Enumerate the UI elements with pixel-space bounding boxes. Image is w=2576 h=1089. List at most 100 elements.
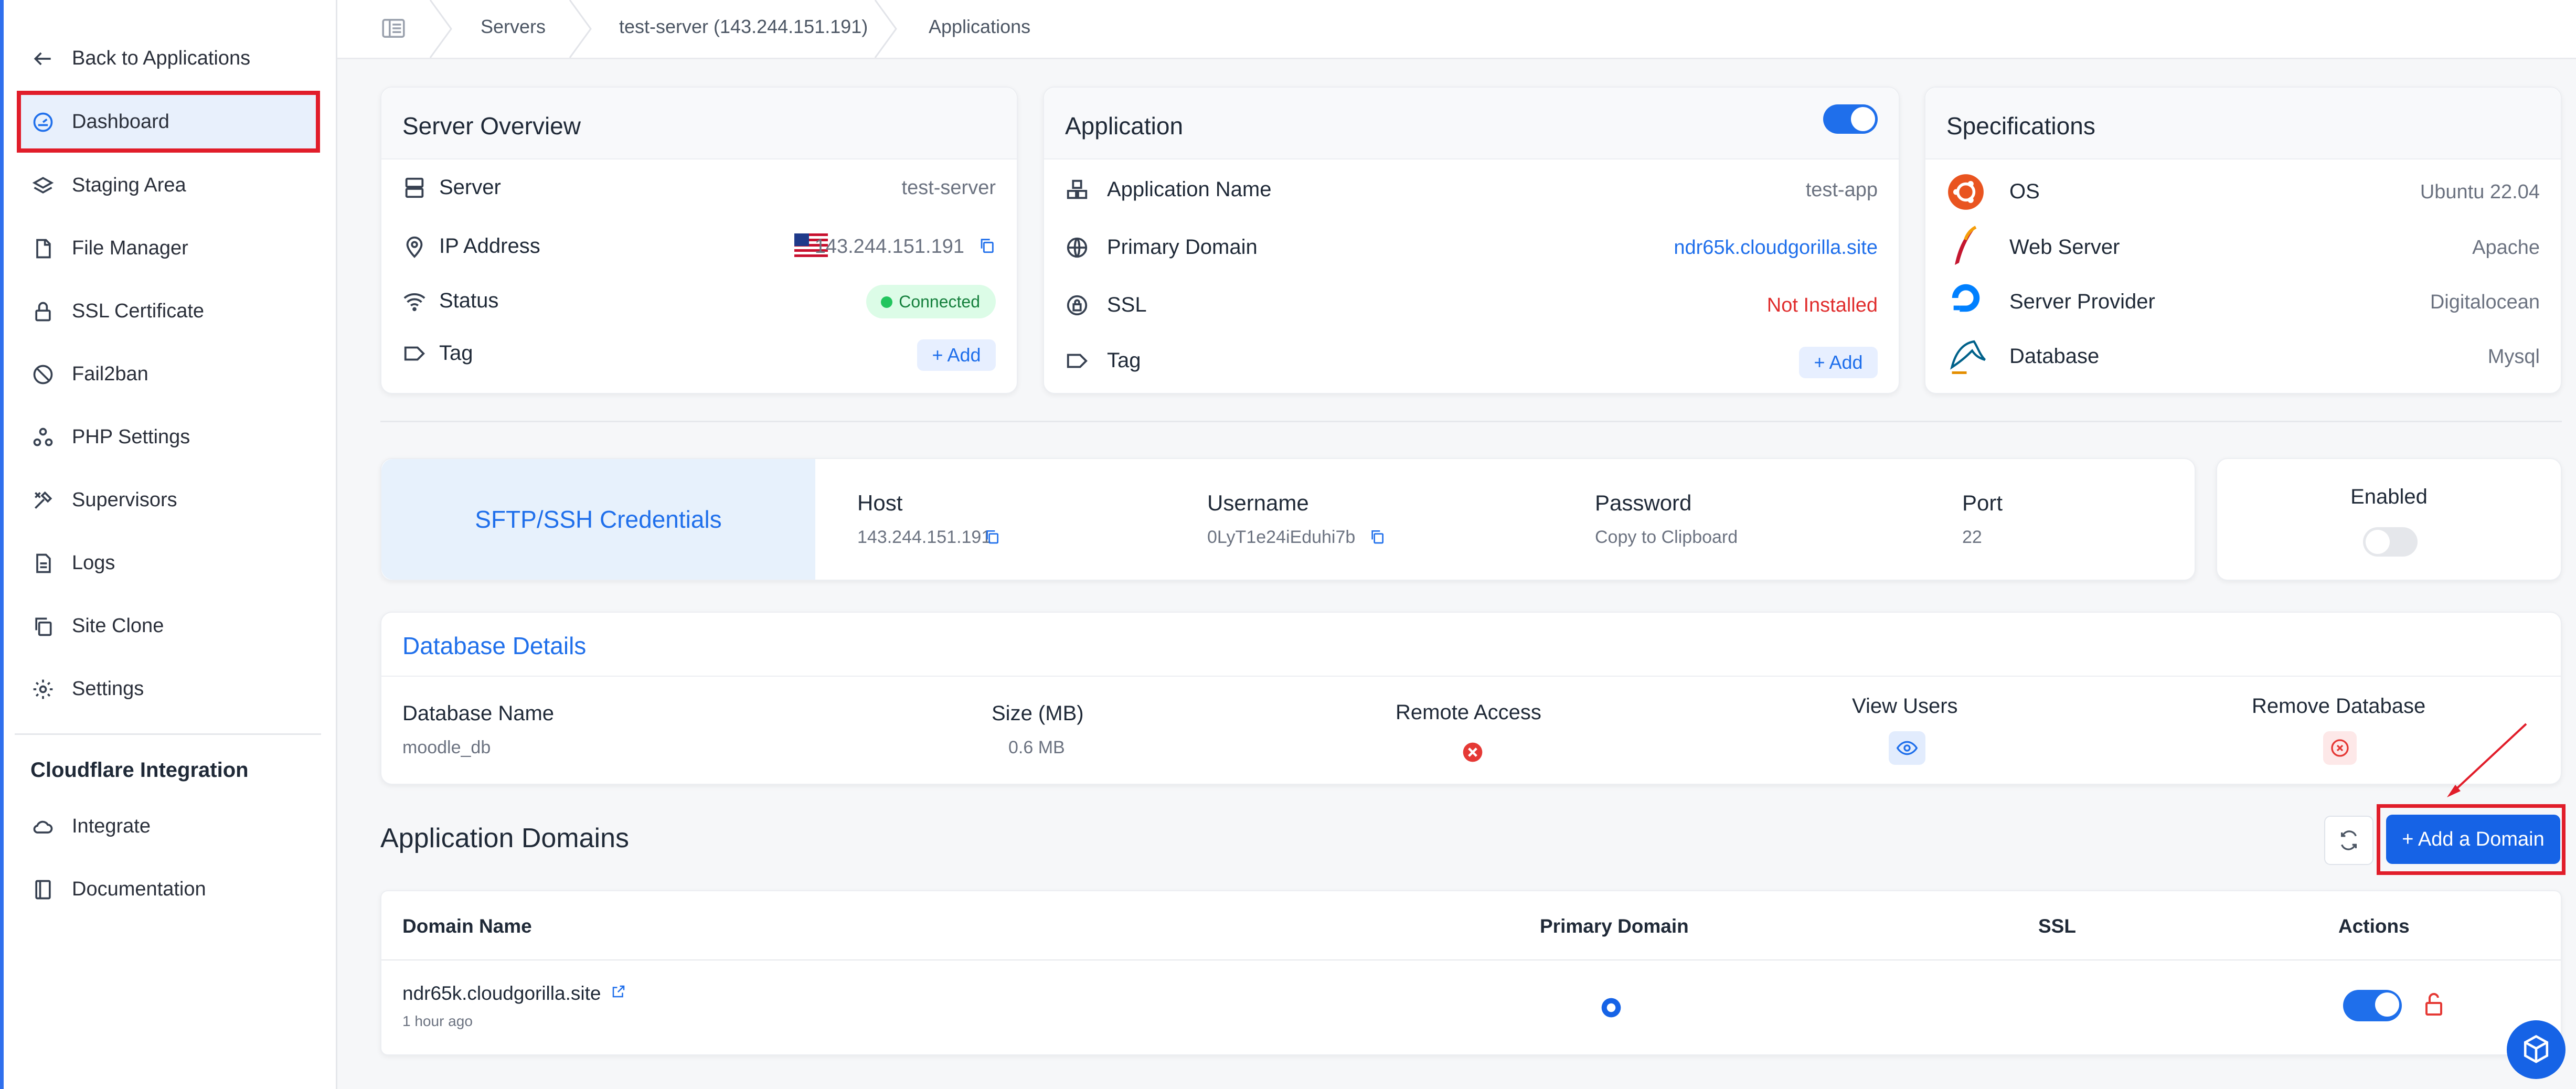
book-icon	[35, 880, 51, 900]
sidebar-item-logs[interactable]: Logs	[17, 532, 320, 594]
cube-icon	[2524, 1034, 2549, 1063]
annotation-arrow	[2447, 723, 2527, 797]
location-pin-icon	[406, 236, 423, 258]
sidebar-item-label: Dashboard	[72, 110, 169, 133]
port-value: 22	[1962, 527, 1982, 547]
username-value[interactable]: 0LyT1e24iEduhi7b	[1207, 527, 1355, 548]
domain-link[interactable]: ndr65k.cloudgorilla.site	[402, 983, 601, 1005]
sidebar-item-documentation[interactable]: Documentation	[17, 858, 320, 920]
sidebar-toggle-icon[interactable]	[382, 19, 405, 38]
host-value[interactable]: 143.244.151.191	[857, 527, 991, 548]
sidebar-item-staging-area[interactable]: Staging Area	[17, 154, 320, 216]
section-divider	[380, 421, 2562, 422]
sidebar-item-php-settings[interactable]: PHP Settings	[17, 406, 320, 468]
breadcrumb-servers[interactable]: Servers	[481, 16, 546, 38]
credentials-title: SFTP/SSH Credentials	[475, 506, 722, 533]
copy-icon[interactable]	[984, 528, 1000, 545]
tools-icon	[35, 491, 52, 509]
sidebar-item-file-manager[interactable]: File Manager	[17, 217, 320, 279]
size-value: 0.6 MB	[1008, 738, 1065, 757]
enabled-label: Enabled	[2350, 485, 2428, 508]
remote-access-disabled-icon[interactable]	[1461, 741, 1484, 764]
application-enabled-toggle[interactable]	[1823, 104, 1878, 134]
globe-icon	[1067, 237, 1088, 258]
sidebar-item-integrate[interactable]: Integrate	[17, 795, 320, 857]
breadcrumb-applications: Applications	[929, 16, 1031, 37]
view-users-button[interactable]	[1889, 731, 1925, 765]
application-name-label: Application Name	[1107, 178, 1272, 201]
remove-database-label: Remove Database	[2252, 695, 2426, 718]
sidebar-item-label: Site Clone	[72, 614, 164, 637]
close-circle-icon	[2331, 739, 2349, 757]
sidebar-item-site-clone[interactable]: Site Clone	[17, 595, 320, 657]
digitalocean-icon	[1952, 284, 1980, 312]
os-label: OS	[2009, 180, 2040, 203]
help-widget-button[interactable]	[2507, 1020, 2566, 1079]
gear-icon	[33, 679, 53, 699]
copy-password-link[interactable]: Copy to Clipboard	[1595, 527, 1738, 548]
sidebar-item-label: File Manager	[72, 237, 188, 259]
domains-table: Domain Name Primary Domain SSL Actions n…	[380, 890, 2562, 1055]
server-overview-title: Server Overview	[402, 112, 581, 140]
file-icon	[36, 239, 51, 259]
ubuntu-icon	[1948, 174, 1984, 210]
breadcrumb-server[interactable]: test-server (143.244.151.191)	[619, 16, 868, 38]
domain-active-toggle[interactable]	[2343, 990, 2402, 1021]
external-link-icon[interactable]	[611, 984, 626, 999]
refresh-icon	[2341, 830, 2357, 850]
database-label: Database	[2009, 345, 2100, 368]
database-details-title: Database Details	[402, 632, 587, 659]
wifi-icon	[403, 293, 425, 312]
remove-database-button[interactable]	[2323, 731, 2357, 765]
port-label: Port	[1962, 490, 2003, 515]
sidebar-item-label: PHP Settings	[72, 425, 190, 448]
specifications-title: Specifications	[1946, 112, 2095, 140]
boxes-icon	[1067, 179, 1088, 199]
copy-icon	[35, 617, 52, 636]
ip-address-value: 143.244.151.191	[814, 236, 964, 258]
back-to-applications-label: Back to Applications	[72, 47, 251, 69]
password-label: Password	[1595, 490, 1692, 515]
ssl-status-value: Not Installed	[1766, 294, 1878, 316]
ssl-label: SSL	[1107, 293, 1147, 316]
server-provider-label: Server Provider	[2009, 290, 2155, 313]
database-details-header	[381, 613, 2561, 677]
sidebar-item-settings[interactable]: Settings	[17, 658, 320, 720]
os-value: Ubuntu 22.04	[2420, 181, 2540, 203]
sidebar-item-ssl-certificate[interactable]: SSL Certificate	[17, 280, 320, 342]
sidebar-item-fail2ban[interactable]: Fail2ban	[17, 343, 320, 405]
add-domain-button[interactable]: + Add a Domain	[2386, 815, 2560, 864]
add-tag-button[interactable]: + Add	[1799, 347, 1878, 378]
table-row: ndr65k.cloudgorilla.site 1 hour ago	[381, 960, 2561, 1055]
mysql-dolphin-icon	[1950, 340, 1986, 374]
sidebar-divider	[15, 733, 321, 735]
server-provider-value: Digitalocean	[2430, 291, 2540, 313]
sftp-enabled-toggle[interactable]	[2363, 527, 2418, 557]
sidebar-item-supervisors[interactable]: Supervisors	[17, 469, 320, 531]
back-to-applications-link[interactable]: Back to Applications	[17, 27, 320, 89]
breadcrumb: Servers test-server (143.244.151.191) Ap…	[337, 0, 2576, 59]
web-server-label: Web Server	[2009, 236, 2120, 259]
username-label: Username	[1207, 490, 1309, 515]
copy-icon[interactable]	[978, 237, 996, 254]
sidebar-item-label: Documentation	[72, 878, 206, 900]
tag-label: Tag	[1107, 349, 1141, 372]
cloudflare-heading: Cloudflare Integration	[30, 759, 249, 782]
server-value: test-server	[901, 177, 996, 199]
chevron-right-icon	[569, 0, 592, 58]
sidebar-item-dashboard[interactable]: Dashboard	[17, 91, 320, 153]
cloud-icon	[33, 820, 53, 834]
database-details-card: Database Details Database Name moodle_db…	[380, 612, 2562, 785]
sidebar-item-label: Integrate	[72, 815, 151, 837]
application-domains-title: Application Domains	[380, 823, 630, 853]
ssl-unlocked-icon	[2425, 992, 2442, 1016]
sidebar-item-label: Settings	[72, 677, 144, 700]
web-server-value: Apache	[2472, 237, 2540, 259]
primary-domain-radio[interactable]	[1600, 996, 1623, 1019]
domain-added-time: 1 hour ago	[402, 1013, 473, 1029]
refresh-button[interactable]	[2324, 816, 2373, 865]
add-tag-button[interactable]: + Add	[917, 339, 996, 371]
primary-domain-link[interactable]: ndr65k.cloudgorilla.site	[1674, 237, 1878, 259]
ip-address-label: IP Address	[439, 234, 540, 258]
copy-icon[interactable]	[1369, 528, 1386, 545]
